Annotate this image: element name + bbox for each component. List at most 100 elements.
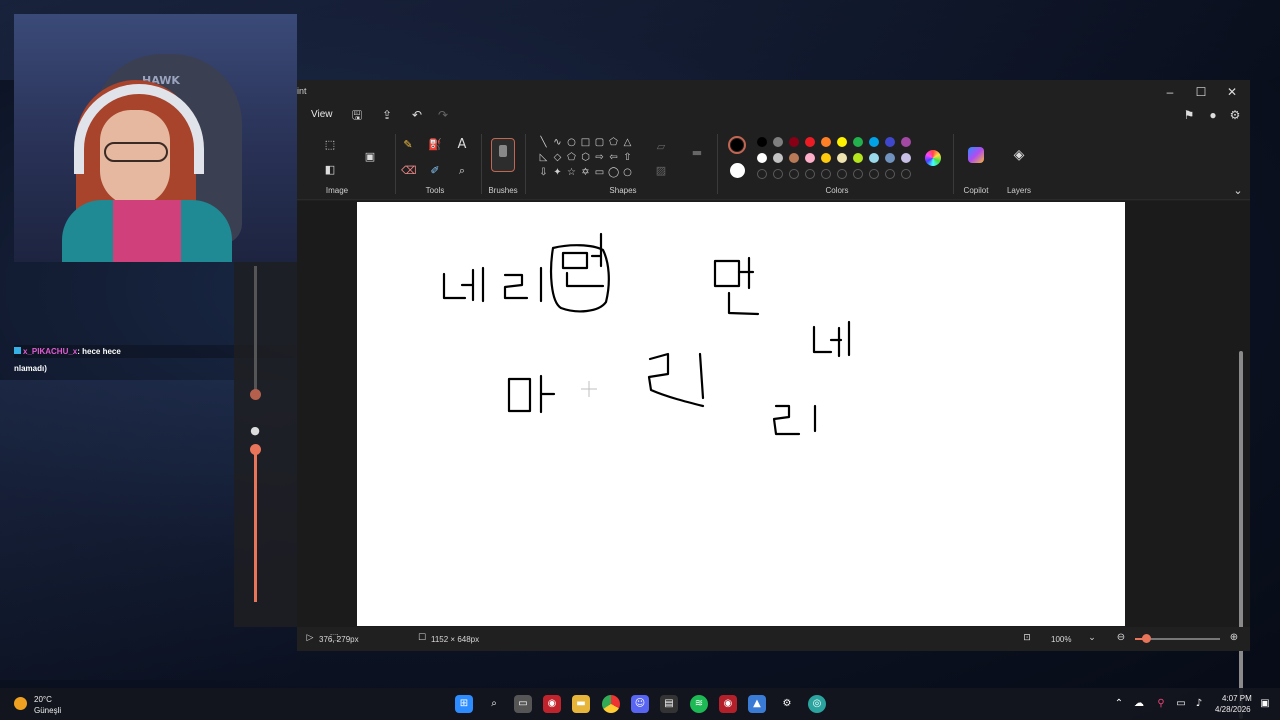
- fill-shape-icon[interactable]: ▨: [654, 164, 668, 178]
- drawing-canvas[interactable]: [357, 202, 1125, 626]
- custom-color-slot[interactable]: [853, 169, 863, 179]
- color-swatch[interactable]: [885, 153, 895, 163]
- file-explorer-icon[interactable]: ▬: [572, 695, 590, 713]
- color-swatch[interactable]: [885, 137, 895, 147]
- diamond-shape-icon[interactable]: ◇: [552, 152, 563, 163]
- rectangle-shape-icon[interactable]: □: [580, 137, 591, 148]
- edit-colors-icon[interactable]: [925, 150, 941, 166]
- custom-color-slot[interactable]: [869, 169, 879, 179]
- color-swatch[interactable]: [805, 137, 815, 147]
- callout-cloud-shape-icon[interactable]: ○: [622, 167, 633, 178]
- settings-app-icon[interactable]: ⚙: [778, 695, 796, 713]
- app-red-icon[interactable]: ◉: [543, 695, 561, 713]
- task-view-icon[interactable]: ▭: [514, 695, 532, 713]
- minimize-button[interactable]: –: [1155, 83, 1185, 101]
- text-tool-icon[interactable]: A: [455, 138, 469, 152]
- arrow-up-shape-icon[interactable]: ⇧: [622, 152, 633, 163]
- volume-knob-2[interactable]: [250, 444, 261, 455]
- ribbon-expand-icon[interactable]: ⌄: [1231, 184, 1245, 198]
- zoom-slider-knob[interactable]: [1142, 634, 1151, 643]
- color-swatch[interactable]: [805, 153, 815, 163]
- triangle-shape-icon[interactable]: △: [622, 137, 633, 148]
- select-icon[interactable]: ⬚: [323, 138, 337, 152]
- hexagon-shape-icon[interactable]: ⬡: [580, 152, 591, 163]
- secondary-color[interactable]: [730, 163, 745, 178]
- feedback-icon[interactable]: ⚑: [1181, 107, 1197, 123]
- zoom-dropdown-icon[interactable]: ⌄: [1085, 631, 1099, 645]
- callout-rect-shape-icon[interactable]: ▭: [594, 167, 605, 178]
- notification-icon[interactable]: ▣: [1256, 695, 1274, 713]
- callout-oval-shape-icon[interactable]: ◯: [608, 167, 619, 178]
- star6-shape-icon[interactable]: ✡: [580, 167, 591, 178]
- crop-icon[interactable]: ◧: [323, 163, 337, 177]
- windows-start-icon[interactable]: ⊞: [455, 695, 473, 713]
- app-dark-icon[interactable]: ▤: [660, 695, 678, 713]
- color-swatch[interactable]: [773, 153, 783, 163]
- image-select-icon[interactable]: ▣: [363, 150, 377, 164]
- color-picker-icon[interactable]: ✐: [428, 164, 442, 178]
- shape-size-icon[interactable]: ▬: [690, 146, 704, 160]
- right-triangle-shape-icon[interactable]: ◺: [538, 152, 549, 163]
- view-menu[interactable]: View: [311, 109, 333, 120]
- browser-icon[interactable]: ◎: [808, 695, 826, 713]
- weather-sun-icon[interactable]: [14, 697, 27, 710]
- star5-shape-icon[interactable]: ☆: [566, 167, 577, 178]
- vertical-scrollbar[interactable]: [1239, 351, 1243, 719]
- weather-temp[interactable]: 20°C: [34, 695, 52, 704]
- network-icon[interactable]: ▭: [1172, 695, 1190, 713]
- microphone-icon[interactable]: ⚲: [1152, 695, 1170, 713]
- star4-shape-icon[interactable]: ✦: [552, 167, 563, 178]
- color-swatch[interactable]: [773, 137, 783, 147]
- volume-icon[interactable]: ♪: [1190, 695, 1208, 713]
- oval-shape-icon[interactable]: ○: [566, 137, 577, 148]
- layers-icon[interactable]: ◈: [1012, 148, 1026, 162]
- color-swatch[interactable]: [789, 153, 799, 163]
- app-red2-icon[interactable]: ◉: [719, 695, 737, 713]
- maximize-button[interactable]: ☐: [1186, 83, 1216, 101]
- primary-color[interactable]: [728, 136, 746, 154]
- color-swatch[interactable]: [869, 137, 879, 147]
- color-swatch[interactable]: [821, 153, 831, 163]
- weather-label[interactable]: Güneşli: [34, 706, 61, 715]
- share-icon[interactable]: ⇪: [379, 107, 395, 123]
- color-swatch[interactable]: [853, 137, 863, 147]
- zoom-in-icon[interactable]: ⊕: [1227, 631, 1241, 645]
- pentagon-shape-icon[interactable]: ⬠: [566, 152, 577, 163]
- discord-icon[interactable]: ☺: [631, 695, 649, 713]
- spotify-icon[interactable]: ≋: [690, 695, 708, 713]
- redo-icon[interactable]: ↷: [435, 107, 451, 123]
- color-swatch[interactable]: [853, 153, 863, 163]
- curve-shape-icon[interactable]: ∿: [552, 137, 563, 148]
- custom-color-slot[interactable]: [885, 169, 895, 179]
- custom-color-slot[interactable]: [821, 169, 831, 179]
- save-icon[interactable]: 🖫: [349, 107, 365, 123]
- clock-date[interactable]: 4/28/2026: [1215, 705, 1251, 714]
- custom-color-slot[interactable]: [901, 169, 911, 179]
- close-button[interactable]: ✕: [1217, 83, 1247, 101]
- undo-icon[interactable]: ↶: [409, 107, 425, 123]
- settings-icon[interactable]: ⚙: [1227, 107, 1243, 123]
- tray-chevron-icon[interactable]: ⌃: [1110, 695, 1128, 713]
- custom-color-slot[interactable]: [789, 169, 799, 179]
- custom-color-slot[interactable]: [773, 169, 783, 179]
- color-swatch[interactable]: [757, 153, 767, 163]
- color-swatch[interactable]: [821, 137, 831, 147]
- color-swatch[interactable]: [869, 153, 879, 163]
- color-swatch[interactable]: [837, 137, 847, 147]
- zoom-out-icon[interactable]: ⊖: [1114, 631, 1128, 645]
- outline-icon[interactable]: ▱: [654, 140, 668, 154]
- arrow-down-shape-icon[interactable]: ⇩: [538, 167, 549, 178]
- magnifier-icon[interactable]: ⌕: [455, 164, 469, 178]
- line-shape-icon[interactable]: ╲: [538, 137, 549, 148]
- arrow-left-shape-icon[interactable]: ⇦: [608, 152, 619, 163]
- photos-icon[interactable]: ▲: [748, 695, 766, 713]
- color-swatch[interactable]: [901, 153, 911, 163]
- eraser-icon[interactable]: ⌫: [401, 164, 417, 178]
- pencil-icon[interactable]: ✎: [401, 138, 415, 152]
- fill-icon[interactable]: ⛽: [428, 138, 442, 152]
- fit-to-window-icon[interactable]: ⊡: [1020, 631, 1034, 645]
- color-swatch[interactable]: [789, 137, 799, 147]
- custom-color-slot[interactable]: [805, 169, 815, 179]
- brush-icon[interactable]: [491, 138, 515, 172]
- onedrive-icon[interactable]: ☁: [1130, 695, 1148, 713]
